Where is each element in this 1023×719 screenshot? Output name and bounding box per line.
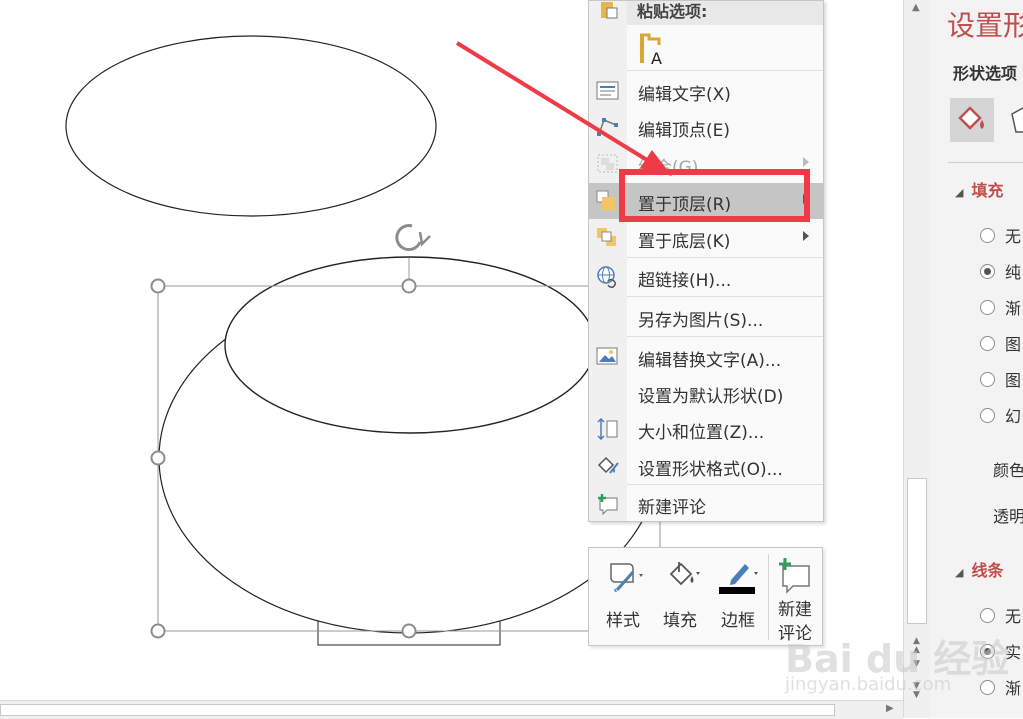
menu-separator xyxy=(627,257,823,258)
panel-title: 设置形 xyxy=(947,9,1023,42)
hyperlink-globe-icon xyxy=(597,266,617,288)
style-button[interactable]: 样式 xyxy=(593,548,653,645)
scroll-up-icon[interactable]: ▲ xyxy=(912,2,920,13)
menu-item-hyperlink[interactable]: 超链接(H)... xyxy=(589,259,823,295)
horizontal-scroll-thumb[interactable] xyxy=(0,704,835,716)
fill-color-label: 颜色 xyxy=(993,461,1023,480)
border-button[interactable]: 边框 xyxy=(709,548,767,645)
horizontal-scrollbar[interactable]: ▶ xyxy=(0,700,903,719)
effects-pentagon-icon[interactable] xyxy=(1008,106,1023,136)
submenu-arrow-icon xyxy=(803,231,809,241)
group-icon xyxy=(597,154,618,173)
paint-bucket-icon xyxy=(958,106,984,130)
svg-text:A: A xyxy=(651,49,662,67)
alt-text-picture-icon xyxy=(596,347,618,365)
format-shape-icon xyxy=(597,456,619,474)
collapse-triangle-icon: ◢ xyxy=(955,566,964,579)
fill-option-slide-background[interactable]: 幻 xyxy=(980,403,1021,427)
menu-item-edit-alt-text[interactable]: 编辑替换文字(A)... xyxy=(589,339,823,375)
menu-item-format-shape[interactable]: 设置形状格式(O)... xyxy=(589,448,823,484)
radio-button[interactable] xyxy=(980,371,995,387)
submenu-arrow-icon xyxy=(803,157,809,167)
fill-option-none[interactable]: 无 xyxy=(980,223,1021,247)
fill-line-tab[interactable] xyxy=(950,98,994,142)
context-menu: 粘贴选项: A 编辑文字(X) 编辑顶点(E) 组合(G) 置于顶层(R) 置于… xyxy=(588,0,824,522)
fill-option-pattern[interactable]: 图 xyxy=(980,367,1021,391)
radio-button[interactable] xyxy=(980,335,995,351)
menu-item-edit-points[interactable]: 编辑顶点(E) xyxy=(589,109,823,145)
shape-options-tab[interactable]: 形状选项 xyxy=(953,60,1017,84)
fill-option-picture[interactable]: 图 xyxy=(980,331,1021,355)
new-comment-icon xyxy=(779,558,810,594)
radio-button[interactable] xyxy=(980,299,995,315)
collapse-triangle-icon: ◢ xyxy=(955,186,964,199)
menu-separator xyxy=(627,484,823,485)
fill-section-header[interactable]: ◢ 填充 xyxy=(955,177,1003,201)
menu-item-new-comment[interactable]: 新建评论 xyxy=(589,486,823,522)
bring-to-front-icon xyxy=(596,190,615,210)
line-section-header[interactable]: ◢ 线条 xyxy=(955,557,1003,581)
fill-option-gradient[interactable]: 渐 xyxy=(980,295,1021,319)
menu-item-send-to-back[interactable]: 置于底层(K) xyxy=(589,220,823,256)
pen-outline-icon xyxy=(719,564,758,594)
radio-button[interactable] xyxy=(980,407,995,423)
rotate-handle-icon xyxy=(395,224,431,252)
new-comment-icon xyxy=(598,494,618,515)
fill-transparency-label: 透明 xyxy=(993,507,1023,526)
paste-icon xyxy=(601,2,618,19)
paint-bucket-icon xyxy=(669,562,700,586)
menu-item-size-and-position[interactable]: 大小和位置(Z)... xyxy=(589,411,823,447)
radio-button[interactable] xyxy=(980,263,995,279)
ellipse-shape-top xyxy=(65,35,437,217)
paste-options-header: 粘贴选项: xyxy=(627,1,823,25)
menu-item-save-as-picture[interactable]: 另存为图片(S)... xyxy=(589,299,823,335)
menu-separator xyxy=(627,296,823,297)
edit-text-icon xyxy=(596,81,619,100)
edit-points-icon xyxy=(597,118,618,136)
panel-divider xyxy=(948,162,1023,163)
menu-separator xyxy=(627,70,823,71)
paste-keep-text-icon[interactable]: A xyxy=(637,33,667,67)
baidu-watermark: Bai du 经验 jingyan.baidu.com xyxy=(785,637,1010,695)
menu-item-edit-text[interactable]: 编辑文字(X) xyxy=(589,73,823,109)
size-position-icon xyxy=(597,418,618,440)
vertical-scroll-thumb[interactable] xyxy=(907,478,927,624)
send-to-back-icon xyxy=(597,228,616,246)
menu-separator xyxy=(627,336,823,337)
shape-style-icon xyxy=(610,563,643,592)
fill-option-solid[interactable]: 纯 xyxy=(980,259,1021,283)
radio-button[interactable] xyxy=(980,227,995,243)
fill-button[interactable]: 填充 xyxy=(651,548,709,645)
menu-item-set-default-shape[interactable]: 设置为默认形状(D) xyxy=(589,375,823,411)
annotation-highlight-box xyxy=(619,169,810,222)
